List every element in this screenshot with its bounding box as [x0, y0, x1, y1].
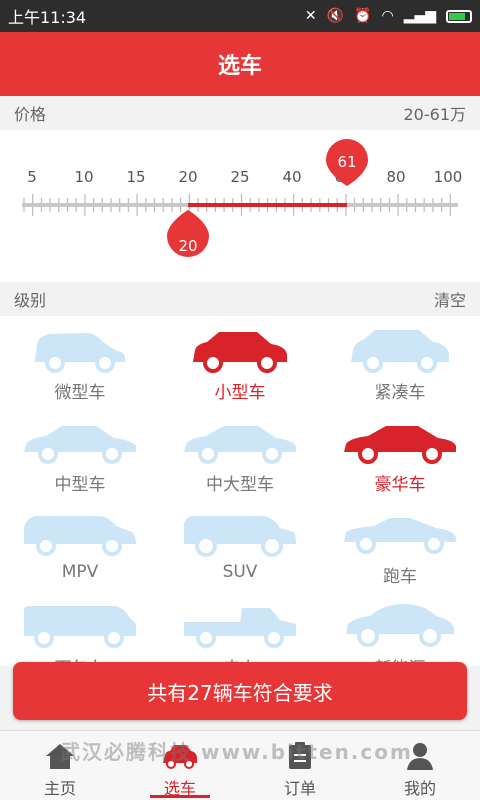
match-result-button[interactable]: 共有27辆车符合要求 — [13, 662, 467, 720]
sports-car-icon — [344, 518, 456, 554]
min-handle[interactable]: 20 — [167, 210, 209, 257]
max-handle[interactable]: 61 — [326, 139, 368, 186]
price-range-text: 20-61万 — [403, 105, 467, 124]
level-item-compact[interactable]: 紧凑车 — [320, 316, 480, 408]
match-result-label: 共有27辆车符合要求 — [147, 680, 333, 705]
battery-icon — [446, 9, 472, 23]
tab-orders[interactable]: 订单 — [240, 731, 360, 800]
level-item-mini[interactable]: 微型车 — [0, 316, 160, 408]
midsize-car-icon — [24, 426, 136, 464]
compact-car-icon — [351, 330, 449, 373]
car-select-icon — [163, 745, 197, 769]
tick-label: 80 — [386, 168, 405, 186]
level-item-midsize[interactable]: 中型车 — [0, 408, 160, 500]
clear-button[interactable]: 清空 — [434, 287, 466, 311]
alarm-icon: ⏰ — [354, 8, 372, 24]
level-item-label: 跑车 — [383, 567, 417, 587]
level-item-label: SUV — [222, 562, 258, 582]
tick-label: 5 — [27, 168, 37, 186]
tick-label: 100 — [434, 168, 463, 186]
luxury-car-icon — [344, 426, 456, 464]
min-handle-value: 20 — [178, 237, 197, 255]
level-section-header: 级别 清空 — [0, 282, 480, 316]
level-item-small[interactable]: 小型车 — [160, 316, 320, 408]
order-icon — [289, 742, 311, 769]
bottom-tab-bar: 主页 选车 订单 我的 — [0, 730, 480, 800]
status-icons: ✕ 🔇 ⏰ ◠ ▂▄▆ — [305, 8, 472, 24]
tab-profile[interactable]: 我的 — [360, 731, 480, 800]
level-item-label: MPV — [61, 562, 99, 582]
large-car-icon — [184, 426, 296, 464]
level-item-label: 小型车 — [214, 383, 266, 403]
mini-car-icon — [35, 333, 125, 373]
small-car-icon — [193, 332, 287, 373]
suv-icon — [184, 516, 296, 557]
price-section-header: 价格 20-61万 — [0, 96, 480, 130]
tab-label: 我的 — [403, 779, 436, 798]
level-item-large[interactable]: 中大型车 — [160, 408, 320, 500]
tab-label: 主页 — [43, 779, 76, 798]
tab-label: 选车 — [163, 779, 196, 798]
level-grid: 微型车 小型车 紧凑车 中型车 中大型车 豪华车 MPV SUV 跑车 面包车 … — [0, 316, 480, 679]
level-item-mpv[interactable]: MPV — [0, 500, 160, 592]
price-label: 价格 — [14, 105, 47, 124]
level-item-label: 中型车 — [54, 475, 106, 495]
signal-off-icon: ✕ — [304, 8, 317, 24]
status-bar: 上午11:34 ✕ 🔇 ⏰ ◠ ▂▄▆ — [0, 0, 480, 32]
mute-icon: 🔇 — [326, 8, 345, 24]
profile-icon — [407, 743, 433, 770]
tick-label: 25 — [230, 168, 249, 186]
tab-label: 订单 — [283, 779, 316, 798]
tick-label: 40 — [282, 168, 301, 186]
wifi-icon: ◠ — [381, 8, 394, 24]
level-item-luxury[interactable]: 豪华车 — [320, 408, 480, 500]
price-slider[interactable]: 510152025406080100 61 20 — [0, 130, 480, 282]
level-label: 级别 — [14, 291, 47, 310]
max-handle-value: 61 — [337, 153, 356, 171]
tick-label: 20 — [178, 168, 197, 186]
level-item-label: 微型车 — [54, 383, 106, 403]
status-time: 上午11:34 — [8, 8, 87, 27]
level-item-suv[interactable]: SUV — [160, 500, 320, 592]
title-bar: 选车 — [0, 32, 480, 96]
level-item-label: 紧凑车 — [374, 383, 426, 403]
mpv-icon — [24, 516, 136, 556]
cell-signal-icon: ▂▄▆ — [403, 8, 436, 24]
tab-home[interactable]: 主页 — [0, 731, 120, 800]
tick-label: 15 — [126, 168, 145, 186]
van-icon — [24, 606, 136, 648]
level-item-label: 中大型车 — [206, 475, 274, 495]
new-energy-car-icon — [346, 604, 454, 647]
page-title: 选车 — [217, 54, 262, 79]
level-item-label: 豪华车 — [374, 475, 426, 495]
tab-car-select[interactable]: 选车 — [120, 731, 240, 800]
pickup-icon — [184, 608, 296, 648]
home-icon — [46, 744, 74, 769]
level-item-sports[interactable]: 跑车 — [320, 500, 480, 592]
tick-label: 10 — [74, 168, 93, 186]
price-slider-panel: 510152025406080100 61 20 — [0, 130, 480, 282]
